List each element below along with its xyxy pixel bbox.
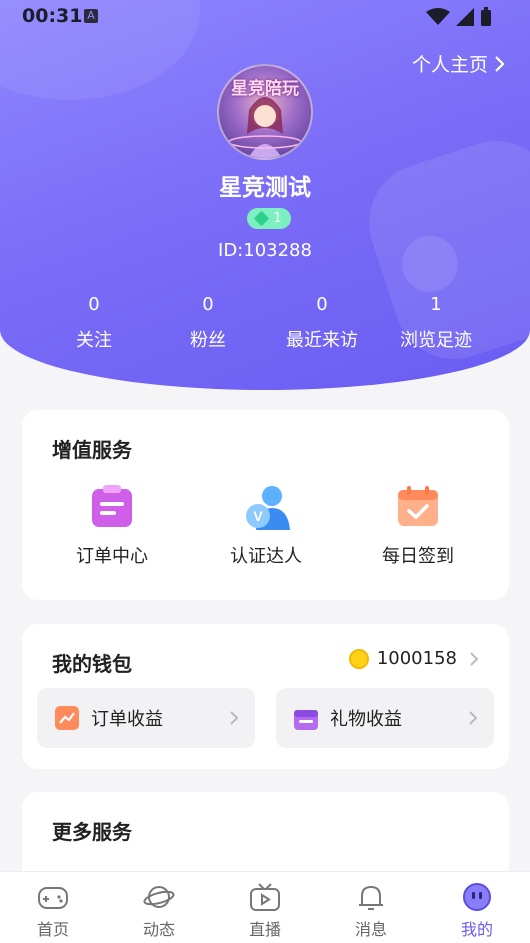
more-services-title: 更多服务 [52,820,132,844]
level-badge: 1 [247,208,291,229]
service-daily-checkin[interactable]: 每日签到 [358,484,478,568]
personal-homepage-label: 个人主页 [411,54,488,76]
gift-icon [294,710,318,730]
tab-live[interactable]: 直播 [212,872,318,943]
status-bar: 00:31 A [0,0,530,32]
stat-label: 浏览足迹 [400,330,472,351]
chevron-right-icon [230,711,239,725]
tab-moments[interactable]: 动态 [106,872,212,943]
clipboard-icon [90,484,134,528]
stat-label: 关注 [76,330,112,351]
tab-mine[interactable]: 我的 [424,872,530,943]
signal-icon [456,8,474,26]
planet-icon [143,882,175,912]
tv-icon [249,882,281,912]
stat-recent-visitors[interactable]: 0 最近来访 [265,294,379,352]
gift-income-label: 礼物收益 [330,709,402,730]
coin-icon [348,648,369,669]
chevron-right-icon [469,711,478,725]
tab-label: 消息 [354,920,387,939]
gift-income-button[interactable]: 礼物收益 [276,688,494,748]
service-label: 认证达人 [230,546,302,567]
stat-value: 0 [88,294,100,315]
user-id: ID:103288 [218,240,312,261]
gem-icon [254,210,270,227]
svg-text:V: V [253,508,263,524]
order-income-label: 订单收益 [91,709,163,730]
calendar-check-icon [396,484,440,528]
personal-homepage-link[interactable]: 个人主页 [412,50,506,77]
wifi-icon [426,8,450,25]
wallet-balance[interactable]: 1000158 [348,648,457,669]
notification-a-icon: A [84,9,98,23]
tab-home[interactable]: 首页 [0,872,106,943]
services-card: 增值服务 订单中心 V 认证达人 每日签到 [22,410,509,600]
stat-label: 粉丝 [190,330,226,351]
stat-label: 最近来访 [286,330,358,351]
user-name: 星竞测试 [219,175,311,201]
tab-label: 动态 [142,920,175,939]
stat-value: 0 [316,294,328,315]
service-label: 订单中心 [76,546,148,567]
tab-messages[interactable]: 消息 [318,872,424,943]
wallet-title: 我的钱包 [52,652,132,676]
services-title: 增值服务 [52,438,132,462]
bottom-tab-bar: 首页 动态 直播 消息 我的 [0,871,530,943]
service-verified-expert[interactable]: V 认证达人 [206,484,326,568]
bell-icon [355,882,387,912]
stat-value: 1 [430,294,442,315]
stat-fans[interactable]: 0 粉丝 [151,294,265,352]
avatar[interactable]: 星竞陪玩 [217,64,313,160]
stats-row: 0 关注 0 粉丝 0 最近来访 1 浏览足迹 [0,294,530,352]
tab-label: 首页 [36,920,69,939]
battery-icon [481,7,491,26]
wallet-card: 我的钱包 1000158 订单收益 礼物收益 [22,624,509,769]
stat-value: 0 [202,294,214,315]
face-icon [461,882,493,912]
chevron-right-icon [470,652,479,666]
balance-value: 1000158 [376,648,457,669]
gamepad-icon [37,882,69,912]
chevron-right-icon [495,55,505,72]
tab-label: 直播 [248,920,281,939]
service-order-center[interactable]: 订单中心 [52,484,172,568]
service-label: 每日签到 [382,546,454,567]
verified-user-icon: V [244,484,290,530]
avatar-character-icon [228,97,302,158]
order-income-button[interactable]: 订单收益 [37,688,255,748]
stat-following[interactable]: 0 关注 [37,294,151,352]
chart-trend-icon [55,706,79,730]
stat-browse-history[interactable]: 1 浏览足迹 [379,294,493,352]
tab-label: 我的 [460,920,493,939]
level-number: 1 [273,211,282,226]
status-time: 00:31 [22,5,83,27]
